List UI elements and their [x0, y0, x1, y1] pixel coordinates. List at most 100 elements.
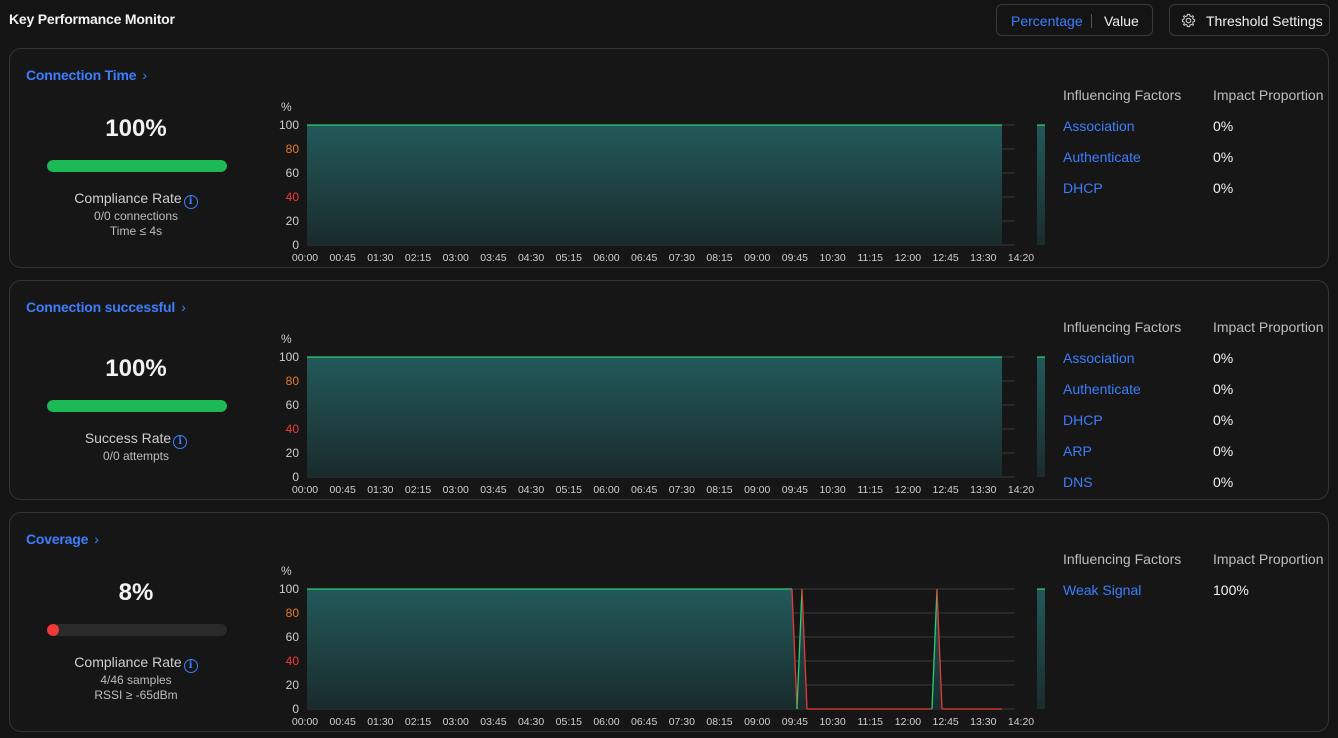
y-tick-label: 60	[286, 398, 300, 412]
top-bar: Key Performance Monitor Percentage Value…	[0, 0, 1338, 40]
factor-name-link[interactable]: Authenticate	[1063, 149, 1141, 165]
factors-header-impact: Impact Proportion	[1213, 319, 1323, 335]
card-title-text: Connection successful	[26, 299, 176, 315]
kpi-value: 100%	[105, 115, 167, 142]
x-tick-label: 13:30	[970, 716, 996, 728]
info-icon[interactable]: i	[183, 659, 198, 673]
display-mode-toggle: Percentage Value	[996, 4, 1153, 36]
factor-value: 0%	[1213, 474, 1234, 490]
chevron-right-icon: ›	[181, 299, 186, 315]
factor-name-link[interactable]: Weak Signal	[1063, 582, 1141, 598]
x-tick-label: 12:00	[895, 252, 921, 264]
x-tick-label: 03:45	[480, 716, 506, 728]
x-tick-label: 01:30	[367, 252, 393, 264]
x-tick-label: 00:45	[330, 716, 356, 728]
x-tick-label: 06:00	[593, 252, 619, 264]
kpi-value: 8%	[118, 579, 154, 606]
x-tick-label: 08:15	[706, 252, 732, 264]
x-tick-label: 12:00	[895, 484, 921, 496]
progress-fill	[47, 400, 227, 412]
factor-value: 0%	[1213, 350, 1234, 366]
info-icon[interactable]: i	[183, 195, 198, 209]
sub-label: RSSI ≥ -65dBm	[94, 688, 178, 702]
series-area	[1037, 589, 1045, 709]
x-tick-label: 05:15	[556, 484, 582, 496]
factor-row: Weak Signal 100%	[1063, 582, 1323, 602]
x-tick-label: 06:00	[593, 484, 619, 496]
factor-name-link[interactable]: ARP	[1063, 443, 1092, 459]
x-tick-label: 05:15	[556, 252, 582, 264]
factor-name-link[interactable]: DHCP	[1063, 180, 1103, 196]
x-tick-label: 03:45	[480, 252, 506, 264]
y-axis-label: %	[281, 100, 292, 114]
progress-bar	[47, 160, 227, 172]
x-tick-label: 14:20	[1008, 716, 1034, 728]
rate-label-text: Compliance Rate	[74, 190, 182, 206]
factor-name-link[interactable]: DHCP	[1063, 412, 1103, 428]
chevron-right-icon: ›	[94, 531, 99, 547]
factor-name-link[interactable]: Authenticate	[1063, 381, 1141, 397]
y-tick-label: 100	[279, 582, 299, 596]
x-tick-label: 10:30	[819, 252, 845, 264]
card-title-link[interactable]: Connection Time ›	[26, 67, 147, 83]
x-tick-label: 08:15	[706, 484, 732, 496]
progress-fill	[47, 160, 227, 172]
y-tick-label: 100	[279, 118, 299, 132]
y-tick-label: 0	[292, 702, 299, 716]
x-tick-label: 00:00	[292, 716, 318, 728]
x-tick-label: 04:30	[518, 716, 544, 728]
factor-value: 0%	[1213, 443, 1234, 459]
x-tick-label: 12:45	[932, 716, 958, 728]
page-title: Key Performance Monitor	[9, 11, 175, 27]
x-tick-label: 04:30	[518, 484, 544, 496]
info-icon[interactable]: i	[173, 435, 188, 449]
toggle-value[interactable]: Value	[1104, 13, 1139, 29]
kpi-chart: % 0 20 40 60 80 100 00:00 00:45 01:30 02:15 03:00 03…	[265, 319, 1045, 499]
y-tick-label: 20	[286, 678, 300, 692]
threshold-settings-button[interactable]: Threshold Settings	[1169, 4, 1330, 36]
factor-row: DHCP 0%	[1063, 412, 1323, 432]
factor-row: Authenticate 0%	[1063, 149, 1323, 169]
series-area	[307, 125, 1002, 245]
factors-header-name: Influencing Factors	[1063, 87, 1182, 103]
x-tick-label: 03:00	[443, 716, 469, 728]
x-tick-label: 07:30	[669, 716, 695, 728]
factor-name-link[interactable]: Association	[1063, 350, 1135, 366]
factor-name-link[interactable]: Association	[1063, 118, 1135, 134]
factor-name-link[interactable]: DNS	[1063, 474, 1093, 490]
x-tick-label: 02:15	[405, 484, 431, 496]
toggle-percentage[interactable]: Percentage	[1011, 13, 1083, 29]
toggle-divider	[1091, 14, 1092, 28]
x-tick-label: 03:00	[443, 484, 469, 496]
card-title-link[interactable]: Connection successful ›	[26, 299, 186, 315]
y-tick-label: 40	[286, 654, 300, 668]
series-area	[1037, 125, 1045, 245]
y-tick-label: 40	[286, 190, 300, 204]
series-area	[1037, 357, 1045, 477]
x-tick-label: 04:30	[518, 252, 544, 264]
rate-label-text: Success Rate	[84, 430, 172, 446]
card-title-link[interactable]: Coverage ›	[26, 531, 99, 547]
x-tick-label: 14:20	[1008, 484, 1034, 496]
x-tick-label: 08:15	[706, 716, 732, 728]
rate-label-text: Compliance Rate	[74, 654, 182, 670]
kpi-card-connection-time: Connection Time › 100% Compliance Rate i 0…	[9, 48, 1329, 268]
factor-row: DNS 0%	[1063, 474, 1323, 494]
x-tick-label: 09:45	[782, 252, 808, 264]
x-tick-label: 00:45	[330, 484, 356, 496]
kpi-chart: % 0 20 40 60 80 100 00:00 00:45 01:30 02:15 03:00 03…	[265, 551, 1045, 731]
y-tick-label: 80	[286, 606, 300, 620]
x-tick-label: 09:45	[782, 716, 808, 728]
x-tick-label: 01:30	[367, 716, 393, 728]
x-tick-label: 00:00	[292, 484, 318, 496]
factor-value: 0%	[1213, 118, 1234, 134]
y-axis-label: %	[281, 332, 292, 346]
x-tick-label: 03:00	[443, 252, 469, 264]
factor-value: 0%	[1213, 149, 1234, 165]
x-tick-label: 09:00	[744, 252, 770, 264]
gear-icon	[1181, 13, 1196, 28]
factors-header-impact: Impact Proportion	[1213, 87, 1323, 103]
factor-row: DHCP 0%	[1063, 180, 1323, 200]
x-tick-label: 00:00	[292, 252, 318, 264]
card-title-text: Connection Time	[26, 67, 137, 83]
